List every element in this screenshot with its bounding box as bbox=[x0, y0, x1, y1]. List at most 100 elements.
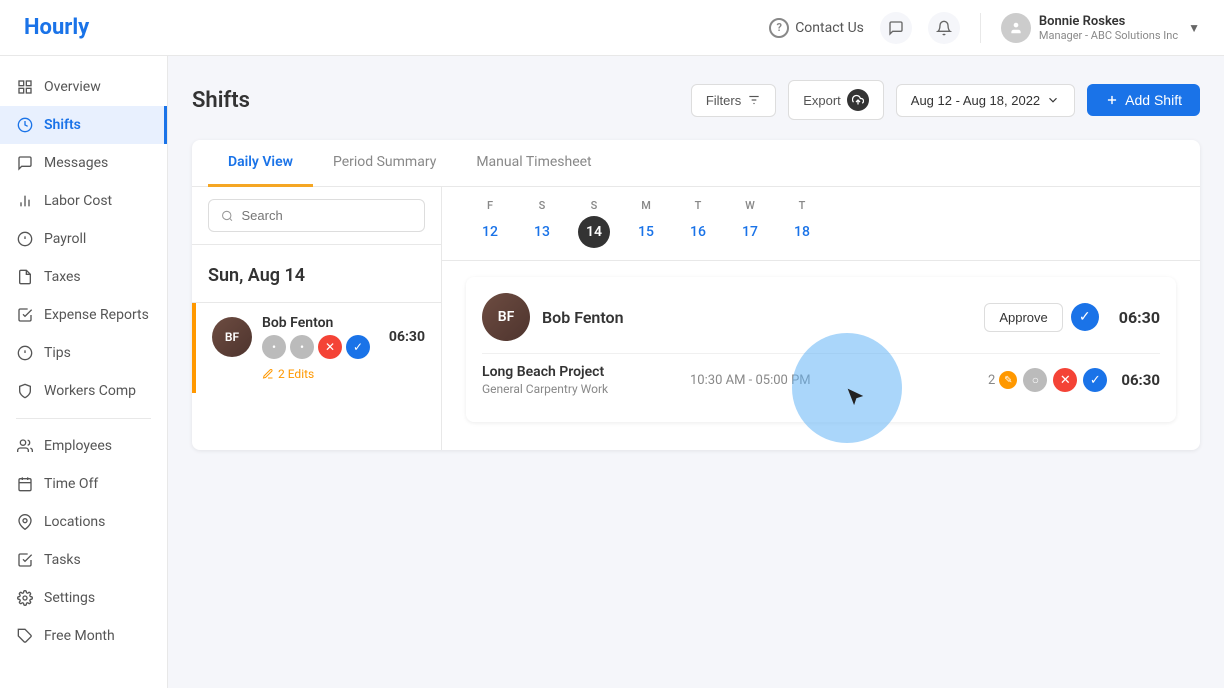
contact-us-link[interactable]: ? Contact Us bbox=[769, 18, 864, 38]
edits-label: 2 Edits bbox=[278, 367, 314, 381]
sidebar-label-payroll: Payroll bbox=[44, 231, 86, 247]
detail-icon-1[interactable]: ○ bbox=[1023, 368, 1047, 392]
shifts-icon bbox=[16, 116, 34, 134]
approve-blue-icon[interactable]: ✓ bbox=[1071, 303, 1099, 331]
sidebar-item-labor-cost[interactable]: Labor Cost bbox=[0, 182, 167, 220]
sidebar-label-settings: Settings bbox=[44, 590, 95, 606]
cal-num-wed: 17 bbox=[734, 216, 766, 248]
sidebar-item-tips[interactable]: Tips bbox=[0, 334, 167, 372]
approve-label: Approve bbox=[999, 310, 1047, 325]
tab-manual-timesheet-label: Manual Timesheet bbox=[476, 154, 591, 170]
sidebar-label-time-off: Time Off bbox=[44, 476, 98, 492]
calendar-day-sat[interactable]: S 13 bbox=[526, 199, 558, 248]
payroll-icon bbox=[16, 230, 34, 248]
sidebar-label-taxes: Taxes bbox=[44, 269, 81, 285]
approve-button[interactable]: Approve bbox=[984, 303, 1062, 332]
shift-project-info: Long Beach Project General Carpentry Wor… bbox=[482, 364, 662, 396]
logo: Hourly bbox=[24, 15, 89, 40]
sidebar-item-shifts[interactable]: Shifts bbox=[0, 106, 167, 144]
overview-icon bbox=[16, 78, 34, 96]
settings-icon bbox=[16, 589, 34, 607]
sidebar-item-locations[interactable]: Locations bbox=[0, 503, 167, 541]
sidebar-item-settings[interactable]: Settings bbox=[0, 579, 167, 617]
expense-reports-icon bbox=[16, 306, 34, 324]
sidebar-item-overview[interactable]: Overview bbox=[0, 68, 167, 106]
upload-icon bbox=[847, 89, 869, 111]
tab-manual-timesheet[interactable]: Manual Timesheet bbox=[456, 140, 611, 187]
sidebar-item-expense-reports[interactable]: Expense Reports bbox=[0, 296, 167, 334]
contact-us-label: Contact Us bbox=[795, 20, 864, 36]
sidebar-label-overview: Overview bbox=[44, 79, 101, 95]
layout: Overview Shifts Messages Labor Cost bbox=[0, 56, 1224, 688]
sidebar-label-labor-cost: Labor Cost bbox=[44, 193, 112, 209]
employee-info: Bob Fenton • • ✕ ✓ bbox=[262, 315, 379, 359]
tabs-header: Daily View Period Summary Manual Timeshe… bbox=[192, 140, 1200, 187]
sidebar-item-workers-comp[interactable]: Workers Comp bbox=[0, 372, 167, 410]
free-month-icon bbox=[16, 627, 34, 645]
messages-icon-btn[interactable] bbox=[880, 12, 912, 44]
labor-cost-icon bbox=[16, 192, 34, 210]
add-shift-button[interactable]: Add Shift bbox=[1087, 84, 1200, 116]
edits-badge-container: 2 Edits bbox=[212, 367, 425, 381]
status-icon-1: • bbox=[262, 335, 286, 359]
sidebar-label-workers-comp: Workers Comp bbox=[44, 383, 136, 399]
employee-list-item[interactable]: BF Bob Fenton • • ✕ ✓ bbox=[192, 303, 441, 393]
cal-num-tue: 16 bbox=[682, 216, 714, 248]
taxes-icon bbox=[16, 268, 34, 286]
calendar-day-wed[interactable]: W 17 bbox=[734, 199, 766, 248]
filters-button[interactable]: Filters bbox=[691, 84, 776, 117]
sidebar-label-expense-reports: Expense Reports bbox=[44, 307, 149, 323]
user-role: Manager - ABC Solutions Inc bbox=[1039, 29, 1178, 42]
calendar-day-sun[interactable]: S 14 bbox=[578, 199, 610, 248]
shift-employee-name: Bob Fenton bbox=[542, 308, 624, 327]
sidebar-label-tips: Tips bbox=[44, 345, 71, 361]
sidebar-item-messages[interactable]: Messages bbox=[0, 144, 167, 182]
sidebar-item-payroll[interactable]: Payroll bbox=[0, 220, 167, 258]
cal-num-fri: 12 bbox=[474, 216, 506, 248]
cal-num-thu: 18 bbox=[786, 216, 818, 248]
sidebar-item-tasks[interactable]: Tasks bbox=[0, 541, 167, 579]
cal-letter-fri: F bbox=[487, 199, 493, 212]
tips-icon bbox=[16, 344, 34, 362]
employee-name: Bob Fenton bbox=[262, 315, 379, 331]
workers-comp-icon bbox=[16, 382, 34, 400]
project-role: General Carpentry Work bbox=[482, 382, 662, 396]
sidebar-item-time-off[interactable]: Time Off bbox=[0, 465, 167, 503]
cal-letter-tue: T bbox=[695, 199, 702, 212]
left-column: Sun, Aug 14 BF Bob Fenton • • bbox=[192, 187, 442, 450]
cal-num-sat: 13 bbox=[526, 216, 558, 248]
calendar-day-mon[interactable]: M 15 bbox=[630, 199, 662, 248]
sidebar-label-messages: Messages bbox=[44, 155, 108, 171]
detail-reject-icon[interactable]: ✕ bbox=[1053, 368, 1077, 392]
detail-approve-icon[interactable]: ✓ bbox=[1083, 368, 1107, 392]
export-button[interactable]: Export bbox=[788, 80, 884, 120]
tab-daily-view[interactable]: Daily View bbox=[208, 140, 313, 187]
sidebar-item-employees[interactable]: Employees bbox=[0, 427, 167, 465]
cal-num-sun: 14 bbox=[578, 216, 610, 248]
tab-period-summary-label: Period Summary bbox=[333, 154, 436, 170]
calendar-day-tue[interactable]: T 16 bbox=[682, 199, 714, 248]
employee-avatar: BF bbox=[212, 317, 252, 357]
user-name: Bonnie Roskes bbox=[1039, 14, 1178, 29]
date-range-button[interactable]: Aug 12 - Aug 18, 2022 bbox=[896, 84, 1075, 117]
cal-letter-mon: M bbox=[641, 199, 651, 212]
tab-daily-view-label: Daily View bbox=[228, 154, 293, 170]
sidebar-item-free-month[interactable]: Free Month bbox=[0, 617, 167, 655]
selected-date: Sun, Aug 14 bbox=[208, 265, 305, 286]
edit-count-num: 2 bbox=[988, 373, 995, 388]
search-box[interactable] bbox=[208, 199, 425, 232]
sidebar-label-shifts: Shifts bbox=[44, 117, 81, 133]
notifications-icon-btn[interactable] bbox=[928, 12, 960, 44]
shift-total-duration: 06:30 bbox=[1119, 308, 1160, 327]
employees-icon bbox=[16, 437, 34, 455]
date-range-label: Aug 12 - Aug 18, 2022 bbox=[911, 93, 1040, 108]
search-input[interactable] bbox=[242, 208, 413, 223]
sidebar-item-taxes[interactable]: Taxes bbox=[0, 258, 167, 296]
search-container bbox=[192, 187, 441, 245]
main-content: Shifts Filters Export Aug 12 - Aug 18, 2… bbox=[168, 56, 1224, 688]
user-menu[interactable]: Bonnie Roskes Manager - ABC Solutions In… bbox=[1001, 13, 1200, 43]
calendar-day-fri[interactable]: F 12 bbox=[474, 199, 506, 248]
calendar-day-thu[interactable]: T 18 bbox=[786, 199, 818, 248]
user-avatar-icon bbox=[1001, 13, 1031, 43]
tab-period-summary[interactable]: Period Summary bbox=[313, 140, 456, 187]
